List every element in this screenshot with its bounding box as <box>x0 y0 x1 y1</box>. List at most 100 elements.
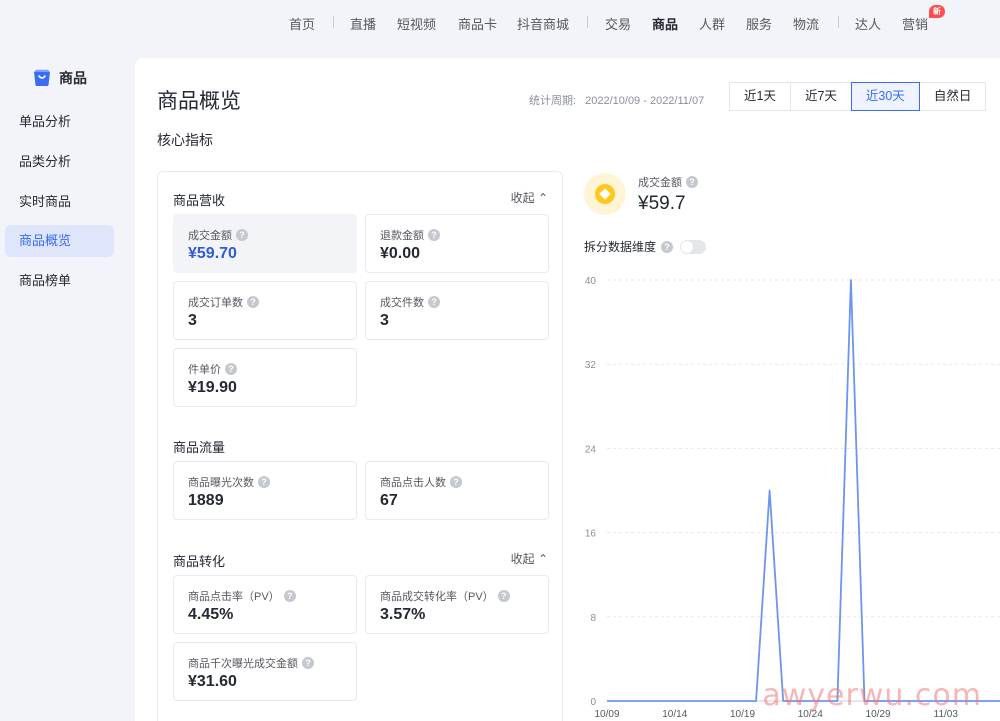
section-title-core-metrics: 核心指标 <box>157 132 213 148</box>
collapse-label: 收起 <box>510 552 535 566</box>
group-title-conversion: 商品转化 <box>173 554 226 569</box>
y-tick-label: 32 <box>585 360 597 371</box>
metric-label: 商品曝光次数 <box>188 477 254 489</box>
metric-label: 件单价 <box>188 364 221 376</box>
nav-item-home[interactable]: 首页 <box>289 14 315 33</box>
date-range-selector: 近1天 近7天 近30天 自然日 <box>729 82 987 111</box>
main-panel: 商品概览 统计周期: 2022/10/09 - 2022/11/07 近1天 近… <box>135 58 1000 721</box>
x-tick-label: 10/14 <box>662 709 687 720</box>
split-dimension-row: 拆分数据维度 ? <box>584 238 707 255</box>
metric-card-gmv[interactable]: 成交金额? ¥59.70 <box>173 214 357 273</box>
metric-value: ¥19.90 <box>188 379 237 396</box>
metric-card-impressions[interactable]: 商品曝光次数? 1889 <box>173 461 357 520</box>
split-dimension-toggle[interactable] <box>680 239 707 254</box>
sidebar: 商品 单品分析 品类分析 实时商品 商品概览 商品榜单 <box>0 46 135 721</box>
sidebar-item-product-ranking[interactable]: 商品榜单 <box>5 265 114 297</box>
stat-period: 统计周期: 2022/10/09 - 2022/11/07 <box>529 92 704 108</box>
nav-separator <box>333 16 334 28</box>
nav-item-product[interactable]: 商品 <box>652 14 678 33</box>
range-button-natural-day[interactable]: 自然日 <box>918 82 987 111</box>
metric-value: ¥59.70 <box>188 245 237 262</box>
group-title-traffic: 商品流量 <box>173 440 226 455</box>
y-tick-label: 8 <box>590 613 596 624</box>
collapse-toggle-conversion[interactable]: 收起 ⌃ <box>511 550 548 567</box>
help-icon[interactable]: ? <box>236 229 248 241</box>
metric-card-ctr[interactable]: 商品点击率（PV）? 4.45% <box>173 575 357 634</box>
metric-card-orders[interactable]: 成交订单数? 3 <box>173 281 357 340</box>
shopping-bag-icon <box>32 69 52 87</box>
metric-value: ¥0.00 <box>380 245 421 262</box>
metric-value: 3 <box>188 312 197 329</box>
help-icon[interactable]: ? <box>225 363 237 375</box>
metric-card-clicks[interactable]: 商品点击人数? 67 <box>365 461 549 520</box>
metric-value: 4.45% <box>188 606 234 623</box>
y-tick-label: 16 <box>585 529 597 540</box>
nav-item-product-card[interactable]: 商品卡 <box>458 14 497 33</box>
help-icon[interactable]: ? <box>258 476 270 488</box>
split-dimension-label: 拆分数据维度 <box>584 240 657 254</box>
help-icon[interactable]: ? <box>686 176 698 188</box>
gmv-line-chart: 081624324010/09 10/14 10/19 10/24 10/29 11/03 <box>585 276 1000 720</box>
metric-label: 商品点击人数 <box>380 477 446 489</box>
sidebar-header: 商品 <box>32 68 87 88</box>
metric-card-unit-price[interactable]: 件单价? ¥19.90 <box>173 348 357 407</box>
help-icon[interactable]: ? <box>497 590 510 602</box>
help-icon[interactable]: ? <box>450 476 462 488</box>
kpi-label-text: 成交金额 <box>638 177 682 189</box>
help-icon[interactable]: ? <box>661 240 674 253</box>
metric-label: 商品点击率（PV） <box>188 591 280 603</box>
kpi-label: 成交金额 ? <box>638 174 698 190</box>
help-icon[interactable]: ? <box>247 296 259 308</box>
help-icon[interactable]: ? <box>302 657 314 669</box>
metric-label: 商品千次曝光成交金额 <box>188 658 298 670</box>
metric-card-items[interactable]: 成交件数? 3 <box>365 281 549 340</box>
range-button-30d[interactable]: 近30天 <box>850 82 920 111</box>
sidebar-item-product-overview[interactable]: 商品概览 <box>5 225 114 257</box>
range-button-1d[interactable]: 近1天 <box>729 82 791 111</box>
y-tick-label: 24 <box>585 444 597 455</box>
page-title: 商品概览 <box>157 90 241 113</box>
nav-separator <box>587 16 588 28</box>
nav-item-marketing[interactable]: 营销 <box>902 14 928 33</box>
y-tick-label: 40 <box>585 276 597 287</box>
x-tick-label: 10/09 <box>594 709 619 720</box>
y-tick-label: 0 <box>590 697 596 708</box>
collapse-label: 收起 <box>510 191 535 205</box>
metric-card-refund[interactable]: 退款金额? ¥0.00 <box>365 214 549 273</box>
nav-item-trade[interactable]: 交易 <box>605 14 631 33</box>
metric-value: 1889 <box>188 492 224 509</box>
help-icon[interactable]: ? <box>428 229 440 241</box>
metrics-card: 商品营收 收起 ⌃ 成交金额? ¥59.70 退款金额? ¥0.00 成交订单数… <box>157 171 563 721</box>
metric-label: 成交订单数 <box>188 297 243 309</box>
metric-label: 商品成交转化率（PV） <box>380 591 494 603</box>
new-badge: 新 <box>929 5 945 18</box>
sidebar-item-category-analysis[interactable]: 品类分析 <box>5 146 114 178</box>
metric-value: 3.57% <box>380 606 426 623</box>
metric-card-gpm[interactable]: 商品千次曝光成交金额? ¥31.60 <box>173 642 357 701</box>
metric-card-cvr[interactable]: 商品成交转化率（PV）? 3.57% <box>365 575 549 634</box>
metric-label: 成交件数 <box>380 297 424 309</box>
nav-item-logistics[interactable]: 物流 <box>793 14 819 33</box>
series-line <box>607 279 1000 702</box>
metric-value: 3 <box>380 312 389 329</box>
nav-item-live[interactable]: 直播 <box>350 14 376 33</box>
nav-item-douyin-mall[interactable]: 抖音商城 <box>517 14 569 33</box>
chevron-up-icon: ⌃ <box>537 552 548 566</box>
nav-item-service[interactable]: 服务 <box>746 14 772 33</box>
chevron-up-icon: ⌃ <box>537 191 548 205</box>
nav-item-influencer[interactable]: 达人 <box>855 14 881 33</box>
metric-value: 67 <box>380 492 398 509</box>
sidebar-item-realtime-products[interactable]: 实时商品 <box>5 186 114 218</box>
metric-label: 退款金额 <box>380 230 424 242</box>
top-nav: 首页 直播 短视频 商品卡 抖音商城 交易 商品 人群 服务 物流 达人 营销 … <box>0 0 1000 46</box>
nav-item-audience[interactable]: 人群 <box>699 14 725 33</box>
sidebar-item-single-product-analysis[interactable]: 单品分析 <box>5 106 114 138</box>
collapse-toggle-revenue[interactable]: 收起 ⌃ <box>511 189 548 206</box>
nav-item-short-video[interactable]: 短视频 <box>397 14 436 33</box>
group-title-revenue: 商品营收 <box>173 193 226 208</box>
range-button-7d[interactable]: 近7天 <box>789 82 852 111</box>
stat-period-value: 2022/10/09 - 2022/11/07 <box>585 95 705 107</box>
help-icon[interactable]: ? <box>428 296 440 308</box>
coin-icon <box>584 173 626 215</box>
help-icon[interactable]: ? <box>283 590 296 602</box>
